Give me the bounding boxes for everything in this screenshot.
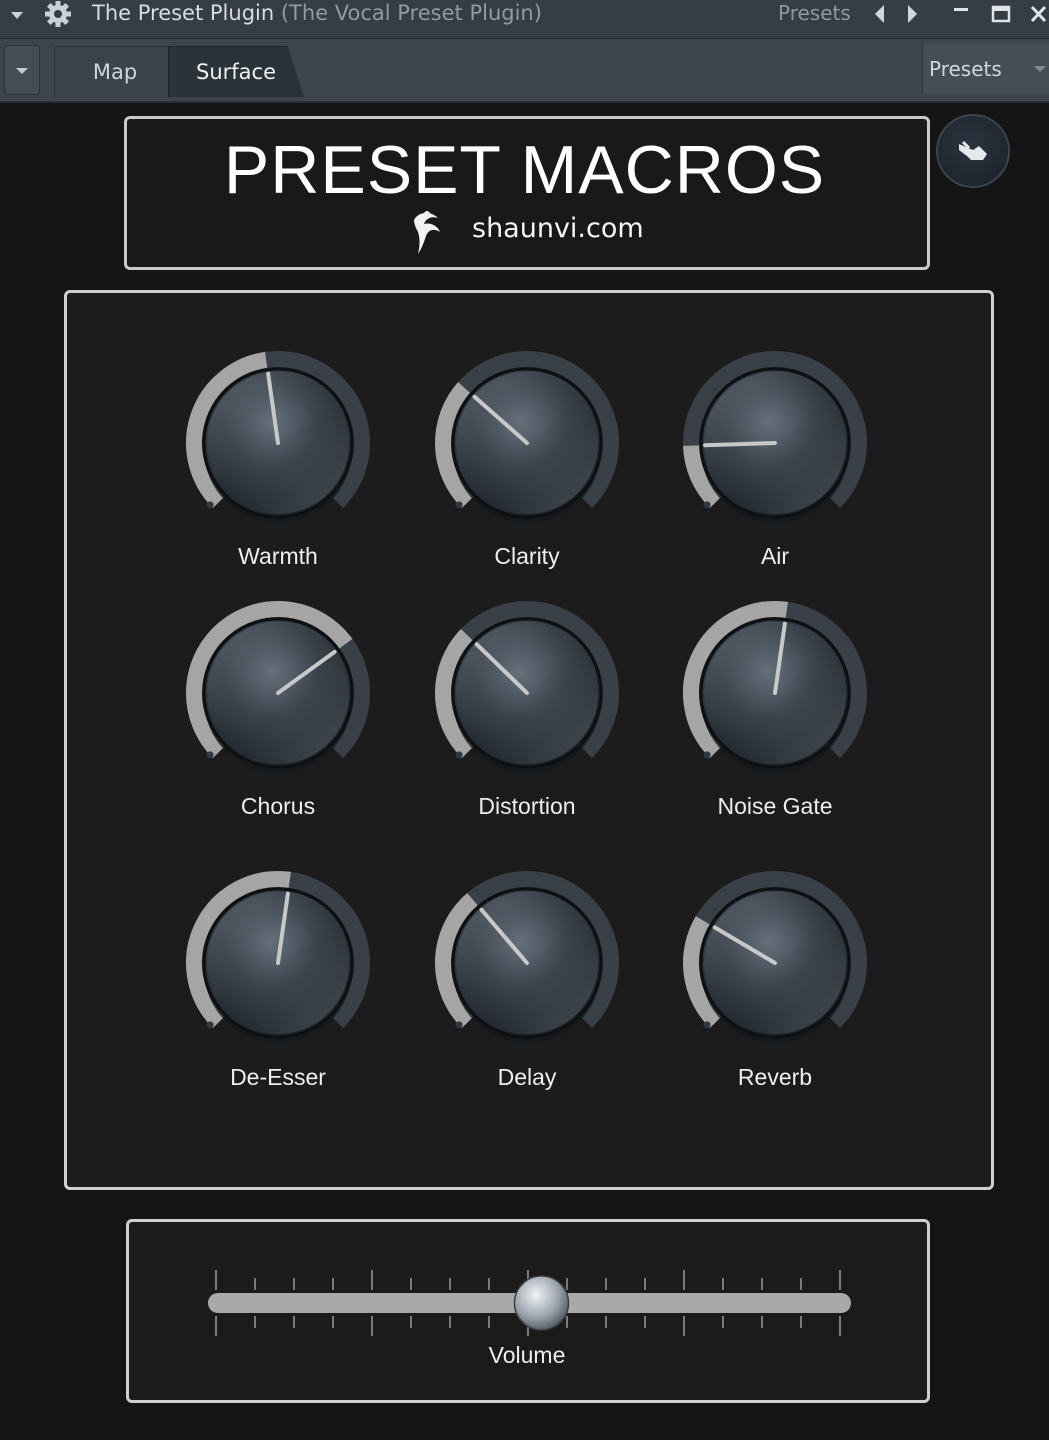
knob-min-dot — [206, 501, 214, 509]
knob-min-dot — [703, 1021, 711, 1029]
presets-dropdown-label: Presets — [929, 57, 1002, 81]
hand-pointer-icon — [959, 140, 987, 160]
knob-noise-gate[interactable] — [680, 598, 870, 788]
randomize-button[interactable] — [936, 114, 1010, 188]
knob-label: Delay — [497, 1064, 557, 1090]
knob-clarity[interactable] — [432, 348, 622, 538]
knob-de-esser[interactable] — [183, 868, 373, 1058]
knob-min-dot — [703, 501, 711, 509]
knob-label: Air — [760, 543, 790, 569]
menu-dropdown-button[interactable] — [4, 45, 40, 95]
maximize-icon[interactable] — [990, 4, 1012, 26]
tab-bar: Map Surface Presets — [0, 39, 1049, 103]
window-title: The Preset Plugin (The Vocal Preset Plug… — [92, 0, 542, 28]
knob-label: Clarity — [494, 543, 560, 569]
knob-min-dot — [206, 1021, 214, 1029]
website-url[interactable]: shaunvi.com — [472, 212, 644, 246]
chevron-down-icon — [1034, 66, 1046, 72]
logo-icon — [414, 211, 440, 254]
knob-min-dot — [455, 1021, 463, 1029]
knob-pointer — [703, 441, 777, 448]
knob-label: Chorus — [240, 793, 316, 819]
knob-min-dot — [703, 751, 711, 759]
tab-map[interactable]: Map — [54, 46, 176, 97]
knob-chorus[interactable] — [183, 598, 373, 788]
plugin-subtitle: (The Vocal Preset Plugin) — [280, 1, 542, 25]
plugin-name: The Preset Plugin — [92, 1, 275, 25]
volume-slider[interactable] — [200, 1262, 860, 1342]
knob-label: De-Esser — [230, 1064, 326, 1090]
chevron-down-icon — [16, 68, 28, 74]
knob-label: Reverb — [737, 1064, 813, 1090]
knob-air[interactable] — [680, 348, 870, 538]
close-icon[interactable] — [1028, 3, 1049, 25]
knob-min-dot — [206, 751, 214, 759]
title-bar: The Preset Plugin (The Vocal Preset Plug… — [0, 0, 1049, 39]
page-title: PRESET MACROS — [223, 132, 826, 208]
knob-label: Noise Gate — [717, 793, 833, 819]
knob-label: Warmth — [238, 543, 318, 569]
volume-thumb — [513, 1275, 570, 1331]
gear-icon[interactable] — [42, 0, 74, 30]
knob-distortion[interactable] — [432, 598, 622, 788]
knob-min-dot — [455, 501, 463, 509]
knob-warmth[interactable] — [183, 348, 373, 538]
tab-surface[interactable]: Surface — [168, 46, 304, 97]
presets-dropdown[interactable]: Presets — [922, 44, 1049, 94]
knob-min-dot — [455, 751, 463, 759]
chevron-down-icon[interactable] — [8, 6, 28, 24]
next-preset-icon[interactable] — [904, 3, 920, 25]
knob-reverb[interactable] — [680, 868, 870, 1058]
previous-preset-icon[interactable] — [872, 3, 888, 25]
volume-label: Volume — [488, 1342, 566, 1368]
titlebar-presets-label[interactable]: Presets — [778, 0, 851, 26]
minimize-icon[interactable] — [950, 2, 972, 24]
knob-label: Distortion — [478, 793, 576, 819]
knob-delay[interactable] — [432, 868, 622, 1058]
